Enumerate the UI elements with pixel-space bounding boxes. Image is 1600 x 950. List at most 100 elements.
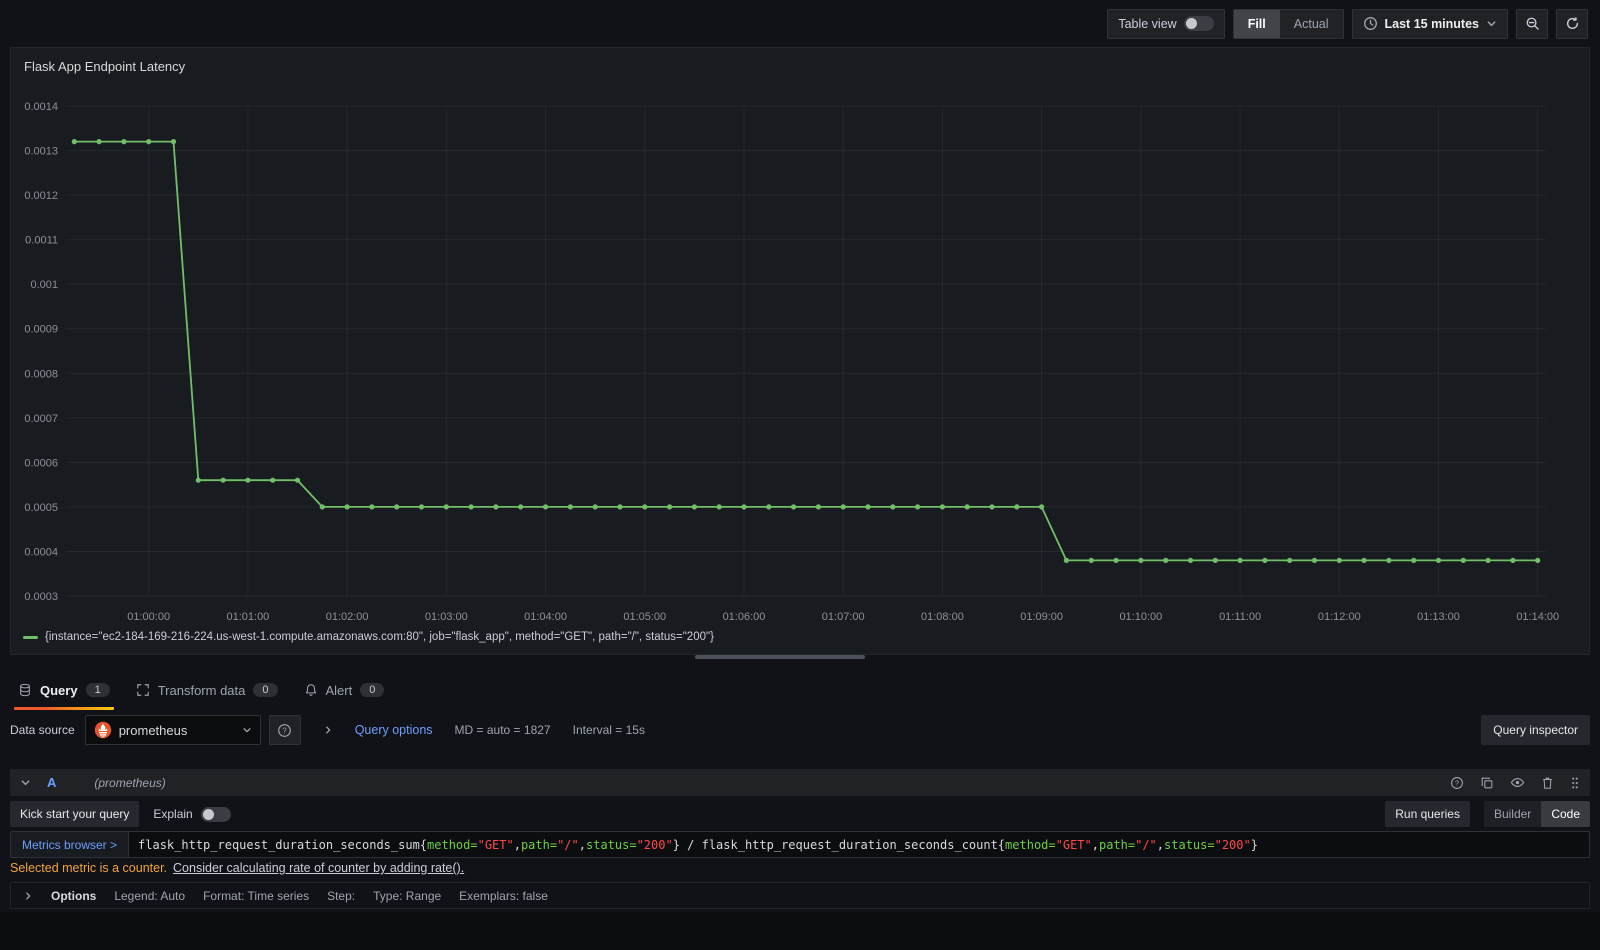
options-legend: Legend: Auto xyxy=(114,888,186,903)
svg-text:0.0004: 0.0004 xyxy=(24,546,58,558)
interval-text: Interval = 15s xyxy=(572,723,645,737)
tab-transform-label: Transform data xyxy=(157,682,246,698)
svg-text:01:14:00: 01:14:00 xyxy=(1516,611,1559,623)
chevron-down-icon xyxy=(1486,18,1497,29)
query-ref-id: A xyxy=(47,775,57,790)
query-row-header[interactable]: A (prometheus) ? xyxy=(10,769,1590,796)
time-range-label: Last 15 minutes xyxy=(1384,16,1479,31)
tab-query-label: Query xyxy=(40,682,78,698)
options-title: Options xyxy=(51,888,97,903)
svg-text:0.0007: 0.0007 xyxy=(24,413,58,425)
chevron-right-icon[interactable] xyxy=(323,725,333,735)
run-queries-button[interactable]: Run queries xyxy=(1385,801,1470,827)
tab-query-count: 1 xyxy=(85,683,110,697)
query-datasource-hint: (prometheus) xyxy=(94,775,166,790)
metrics-browser-link[interactable]: Metrics browser > xyxy=(11,832,130,857)
datasource-row: Data source prometheus ? Query options M… xyxy=(10,714,1590,746)
panel-title: Flask App Endpoint Latency xyxy=(24,59,186,74)
code-button[interactable]: Code xyxy=(1541,801,1590,827)
query-actions-row: Kick start your query Explain Run querie… xyxy=(10,801,1590,827)
max-datapoints-text: MD = auto = 1827 xyxy=(454,723,551,737)
tab-transform-count: 0 xyxy=(253,683,278,697)
panel-editor-toolbar: Table view Fill Actual Last 15 minutes xyxy=(0,0,1600,47)
chevron-right-icon[interactable] xyxy=(23,891,33,901)
svg-text:01:01:00: 01:01:00 xyxy=(226,611,269,623)
fill-actual-segmented-control: Fill Actual xyxy=(1232,8,1344,39)
options-type: Type: Range xyxy=(373,888,442,903)
drag-handle-grip-icon[interactable] xyxy=(1570,776,1580,790)
chart-legend[interactable]: {instance="ec2-184-169-216-224.us-west-1… xyxy=(23,631,714,643)
options-exemplars: Exemplars: false xyxy=(459,888,548,903)
table-view-label: Table view xyxy=(1118,16,1177,31)
svg-text:?: ? xyxy=(282,726,287,735)
warning-text: Selected metric is a counter. xyxy=(10,861,168,875)
promql-query-input[interactable]: flask_http_request_duration_seconds_sum{… xyxy=(129,832,1589,857)
builder-button[interactable]: Builder xyxy=(1483,801,1542,827)
options-step: Step: xyxy=(327,888,356,903)
datasource-value: prometheus xyxy=(118,722,188,738)
collapse-chevron-icon[interactable] xyxy=(20,777,31,788)
actual-button[interactable]: Actual xyxy=(1280,10,1343,38)
svg-text:0.0011: 0.0011 xyxy=(25,235,58,247)
tab-alert[interactable]: Alert 0 xyxy=(300,668,389,712)
datasource-picker[interactable]: prometheus xyxy=(84,715,261,745)
explain-label: Explain xyxy=(153,807,193,821)
explain-toggle[interactable] xyxy=(200,806,231,822)
database-icon xyxy=(18,683,32,697)
svg-text:0.0014: 0.0014 xyxy=(24,101,58,113)
svg-text:01:02:00: 01:02:00 xyxy=(326,611,369,623)
fill-button[interactable]: Fill xyxy=(1233,9,1280,38)
timeseries-panel: Flask App Endpoint Latency 0.0003 0.0004 0… xyxy=(10,47,1590,655)
query-row-actions: ? xyxy=(1450,775,1580,790)
query-options-link[interactable]: Query options xyxy=(355,723,433,737)
query-options-summary: Query options MD = auto = 1827 Interval … xyxy=(309,723,1474,737)
zoom-out-button[interactable] xyxy=(1516,8,1548,39)
table-view-toggle[interactable] xyxy=(1183,16,1214,31)
svg-text:0.0005: 0.0005 xyxy=(24,502,58,514)
svg-text:0.0006: 0.0006 xyxy=(24,457,58,469)
query-inspector-button[interactable]: Query inspector xyxy=(1481,715,1590,745)
svg-text:01:07:00: 01:07:00 xyxy=(822,611,865,623)
svg-text:01:00:00: 01:00:00 xyxy=(127,611,170,623)
svg-text:01:09:00: 01:09:00 xyxy=(1020,611,1063,623)
question-circle-icon: ? xyxy=(277,723,292,738)
svg-text:01:03:00: 01:03:00 xyxy=(425,611,468,623)
svg-text:0.001: 0.001 xyxy=(30,279,58,291)
tab-alert-count: 0 xyxy=(360,683,385,697)
datasource-help-button[interactable]: ? xyxy=(268,715,301,745)
svg-text:01:12:00: 01:12:00 xyxy=(1318,611,1361,623)
svg-text:01:13:00: 01:13:00 xyxy=(1417,611,1460,623)
duplicate-query-icon[interactable] xyxy=(1480,776,1494,790)
svg-text:01:11:00: 01:11:00 xyxy=(1219,611,1261,623)
refresh-icon xyxy=(1565,16,1580,31)
svg-text:0.0013: 0.0013 xyxy=(24,146,58,158)
zoom-out-icon xyxy=(1525,16,1540,31)
transform-icon xyxy=(136,683,150,697)
builder-code-segmented-control: Builder Code xyxy=(1483,801,1590,827)
warning-rate-hint-link[interactable]: Consider calculating rate of counter by … xyxy=(173,861,464,875)
table-view-toggle-group[interactable]: Table view xyxy=(1107,8,1225,39)
editor-tabs: Query 1 Transform data 0 Alert 0 xyxy=(0,668,1600,712)
tab-query[interactable]: Query 1 xyxy=(14,668,114,712)
promql-editor-row: Metrics browser > flask_http_request_dur… xyxy=(10,831,1590,858)
explain-toggle-group: Explain xyxy=(153,806,231,822)
query-options-collapsed-row[interactable]: Options Legend: Auto Format: Time series… xyxy=(10,882,1590,909)
promql-query-text: flask_http_request_duration_seconds_sum{… xyxy=(138,837,1258,852)
kick-start-query-button[interactable]: Kick start your query xyxy=(10,801,140,827)
counter-warning-row: Selected metric is a counter. Consider c… xyxy=(10,860,1590,876)
svg-text:01:05:00: 01:05:00 xyxy=(623,611,666,623)
query-help-icon[interactable]: ? xyxy=(1450,776,1464,790)
tab-alert-label: Alert xyxy=(325,682,353,698)
timeseries-chart[interactable]: 0.0003 0.0004 0.0005 0.0006 0.0007 0.0008 0.00… xyxy=(11,76,1589,629)
pane-resize-handle[interactable] xyxy=(695,655,865,659)
tab-transform-data[interactable]: Transform data 0 xyxy=(132,668,282,712)
hide-query-eye-icon[interactable] xyxy=(1510,775,1525,790)
delete-query-trash-icon[interactable] xyxy=(1541,776,1554,790)
time-range-picker[interactable]: Last 15 minutes xyxy=(1351,8,1508,39)
page-bottom-strip xyxy=(0,912,1600,950)
options-format: Format: Time series xyxy=(203,888,310,903)
svg-text:01:10:00: 01:10:00 xyxy=(1119,611,1162,623)
legend-series-label: {instance="ec2-184-169-216-224.us-west-1… xyxy=(45,631,714,643)
datasource-label: Data source xyxy=(10,723,75,737)
refresh-button[interactable] xyxy=(1556,8,1588,39)
